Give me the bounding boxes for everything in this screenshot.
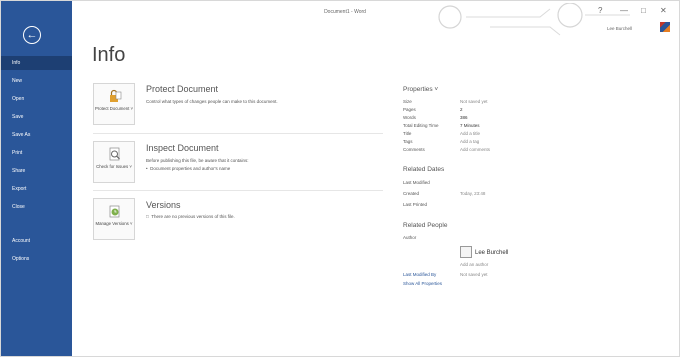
page-title: Info — [92, 44, 126, 66]
property-label-created: Created — [403, 191, 420, 196]
property-value-title[interactable]: Add a title — [460, 131, 480, 136]
property-label-last-printed: Last Printed — [403, 202, 428, 207]
property-label-editing-time: Total Editing Time — [403, 123, 439, 128]
manage-versions-button-label: Manage Versions ˅ — [95, 221, 133, 226]
property-value-pages: 2 — [460, 107, 463, 112]
versions-description: □ There are no previous versions of this… — [146, 214, 235, 219]
back-arrow-icon[interactable]: ← — [23, 26, 41, 44]
author-avatar — [460, 246, 472, 258]
avatar[interactable] — [660, 22, 670, 32]
section-divider — [93, 133, 383, 134]
sidebar-item-print[interactable]: Print — [1, 146, 72, 160]
account-user-name[interactable]: Lee Burchell — [607, 26, 632, 31]
restore-button[interactable]: □ — [641, 6, 646, 15]
document-inspect-icon — [109, 147, 120, 161]
sidebar-item-export[interactable]: Export — [1, 182, 72, 196]
protect-document-title: Protect Document — [146, 84, 219, 94]
inspect-document-bullet: • Document properties and author's name — [146, 166, 231, 171]
inspect-document-description: Before publishing this file, be aware th… — [146, 158, 249, 163]
property-value-created: Today, 23:48 — [460, 191, 486, 196]
property-value-last-modified-by: Not saved yet — [460, 272, 488, 277]
protect-document-description: Control what types of changes people can… — [146, 99, 278, 104]
circuit-decoration-icon — [438, 3, 630, 36]
lock-key-icon — [110, 89, 122, 102]
property-value-size: Not saved yet — [460, 99, 488, 104]
sidebar-item-save[interactable]: Save — [1, 110, 72, 124]
related-people-header: Related People — [403, 222, 448, 229]
sidebar-item-close[interactable]: Close — [1, 200, 72, 214]
add-author-link[interactable]: Add an author — [460, 262, 488, 267]
property-label-comments: Comments — [403, 147, 425, 152]
sidebar-item-info[interactable]: Info — [1, 56, 72, 70]
property-label-pages: Pages — [403, 107, 416, 112]
show-all-properties-link[interactable]: Show All Properties — [403, 281, 442, 286]
property-label-tags: Tags — [403, 139, 413, 144]
property-label-last-modified-by: Last Modified By — [403, 272, 437, 277]
property-label-size: Size — [403, 99, 412, 104]
property-value-words: 386 — [460, 115, 468, 120]
close-button[interactable]: ✕ — [660, 6, 667, 15]
versions-icon — [109, 205, 120, 218]
sidebar-item-open[interactable]: Open — [1, 92, 72, 106]
manage-versions-button[interactable]: Manage Versions ˅ — [93, 198, 135, 240]
sidebar-item-save-as[interactable]: Save As — [1, 128, 72, 142]
property-label-author: Author — [403, 235, 417, 240]
minimize-button[interactable]: — — [620, 6, 628, 15]
help-button[interactable]: ? — [598, 6, 602, 15]
protect-document-button[interactable]: Protect Document ˅ — [93, 83, 135, 125]
versions-title: Versions — [146, 200, 181, 210]
property-value-editing-time: 7 Minutes — [460, 123, 480, 128]
protect-document-button-label: Protect Document ˅ — [94, 106, 134, 111]
property-label-title: Title — [403, 131, 412, 136]
related-dates-header: Related Dates — [403, 166, 445, 173]
property-value-tags[interactable]: Add a tag — [460, 139, 479, 144]
property-label-words: Words — [403, 115, 416, 120]
versions-file-icon: □ — [146, 214, 149, 219]
document-title: Document1 - Word — [324, 9, 366, 15]
backstage-sidebar: ← Info New Open Save Save As Print Share… — [1, 1, 72, 356]
properties-header[interactable]: Properties ˅ — [403, 86, 438, 93]
sidebar-item-share[interactable]: Share — [1, 164, 72, 178]
author-name[interactable]: Lee Burchell — [475, 250, 508, 256]
sidebar-item-new[interactable]: New — [1, 74, 72, 88]
sidebar-item-options[interactable]: Options — [1, 252, 72, 266]
property-value-comments[interactable]: Add comments — [460, 147, 490, 152]
check-for-issues-button[interactable]: Check for Issues ˅ — [93, 141, 135, 183]
section-divider — [93, 190, 383, 191]
sidebar-item-account[interactable]: Account — [1, 234, 72, 248]
property-label-last-modified: Last Modified — [403, 180, 430, 185]
inspect-document-title: Inspect Document — [146, 143, 219, 153]
check-for-issues-button-label: Check for Issues ˅ — [96, 164, 132, 169]
